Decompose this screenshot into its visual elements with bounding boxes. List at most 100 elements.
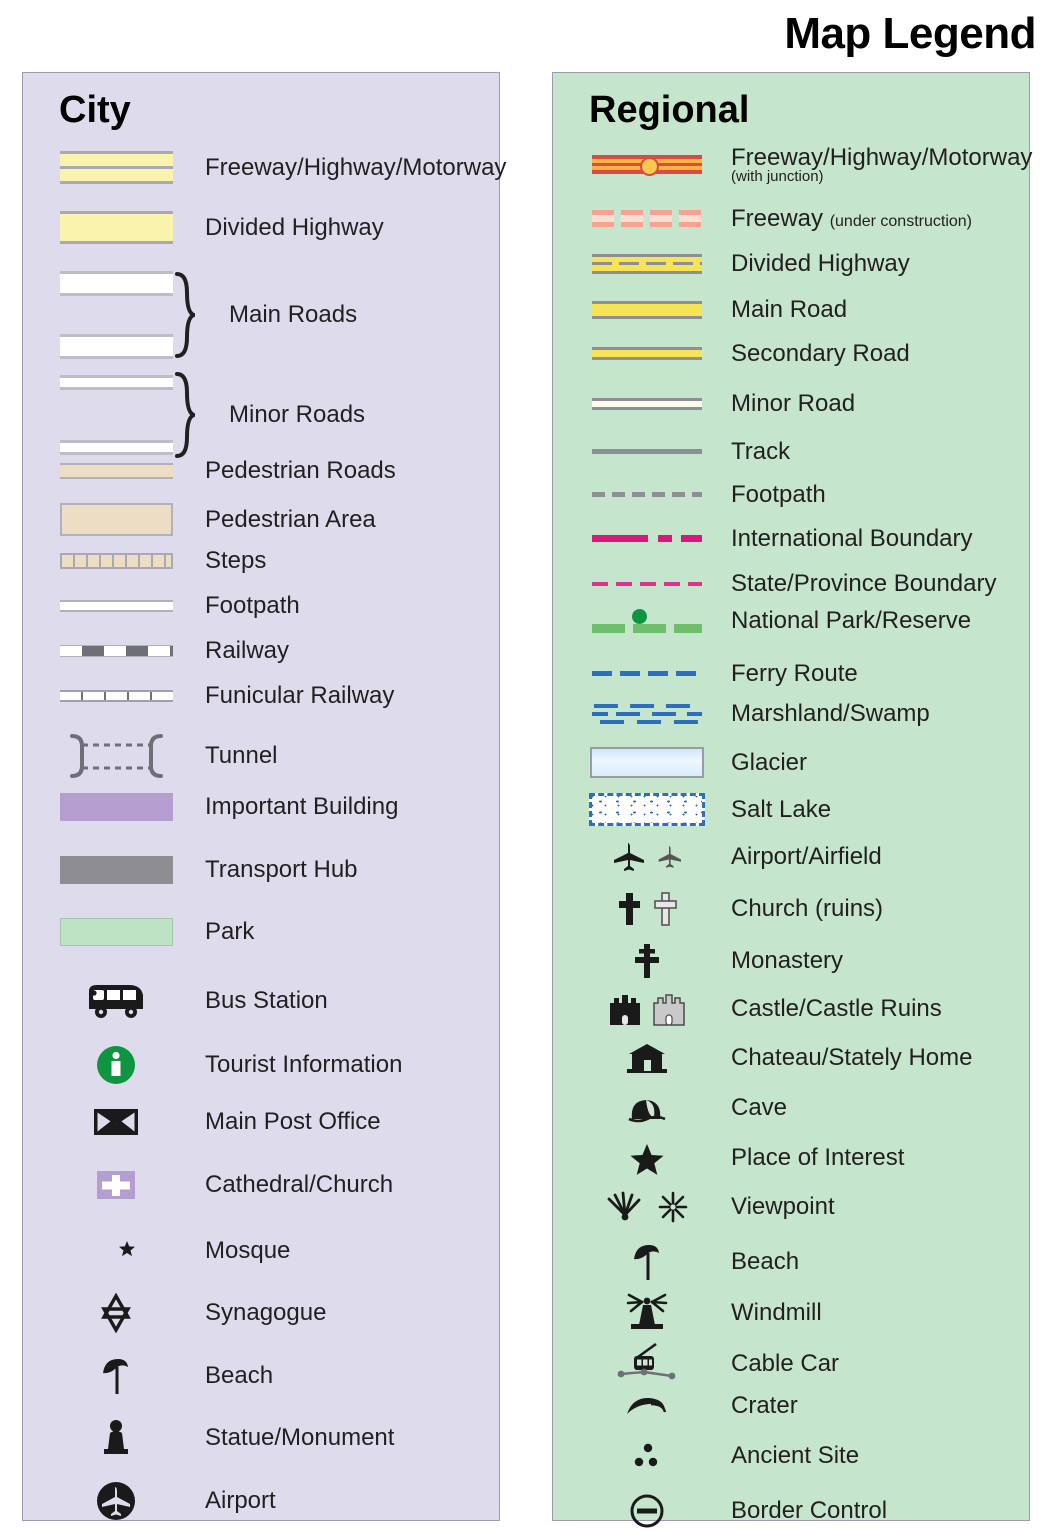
city-transport-hub-symbol <box>41 856 191 884</box>
legend-row-regional-national-park: National Park/Reserve <box>553 608 1029 633</box>
star-of-david-icon <box>41 1293 191 1333</box>
legend-row-city-cathedral-church: Cathedral/Church <box>23 1169 499 1201</box>
statue-icon <box>41 1417 191 1459</box>
legend-label: Marshland/Swamp <box>731 700 930 728</box>
legend-label: Main Road <box>731 296 848 323</box>
cave-icon <box>577 1091 717 1125</box>
bus-icon <box>41 981 191 1021</box>
city-railway-symbol <box>41 644 191 657</box>
page-title: Map Legend <box>784 9 1036 58</box>
brace-icon <box>174 372 195 458</box>
legend-label-text: Freeway <box>731 205 824 232</box>
regional-freeway-construction-symbol <box>577 210 717 228</box>
legend-row-city-footpath: Footpath <box>23 593 499 618</box>
star-icon <box>577 1141 717 1175</box>
legend-row-city-park: Park <box>23 918 499 946</box>
legend-row-regional-international-boundary: International Boundary <box>553 526 1029 551</box>
legend-label: Footpath <box>731 481 826 508</box>
legend-label: Monastery <box>731 947 844 975</box>
legend-row-regional-minor-road: Minor Road <box>553 391 1029 416</box>
city-panel-heading: City <box>59 89 131 131</box>
regional-ferry-route-symbol <box>577 671 717 677</box>
regional-legend-panel: Regional Freeway/Highway/Motorway (with … <box>552 72 1032 1528</box>
legend-label: Main Roads <box>229 301 358 329</box>
airplane-pair-icon <box>577 841 717 873</box>
regional-marshland-symbol <box>577 701 717 727</box>
legend-label: Pedestrian Area <box>205 505 376 533</box>
legend-row-regional-airport-airfield: Airport/Airfield <box>553 841 1029 873</box>
city-funicular-symbol <box>41 689 191 702</box>
legend-row-city-tourist-information: Tourist Information <box>23 1043 499 1087</box>
legend-label: Freeway/Highway/Motorway (with junction) <box>717 145 1032 185</box>
regional-state-boundary-symbol <box>577 581 717 586</box>
legend-row-city-pedestrian-roads: Pedestrian Roads <box>23 458 499 483</box>
legend-label: Castle/Castle Ruins <box>731 995 942 1023</box>
legend-label: Freeway (under construction) <box>717 206 972 231</box>
regional-secondary-road-symbol <box>577 347 717 361</box>
legend-label: Bus Station <box>205 987 328 1015</box>
legend-row-regional-divided-highway: Divided Highway <box>553 251 1029 276</box>
legend-row-regional-church-ruins: Church (ruins) <box>553 891 1029 927</box>
tunnel-icon <box>69 734 163 778</box>
legend-row-regional-cable-car: Cable Car <box>553 1341 1029 1387</box>
legend-row-city-important-building: Important Building <box>23 793 499 821</box>
city-footpath-symbol <box>41 599 191 612</box>
information-icon <box>41 1043 191 1087</box>
legend-label: Minor Roads <box>229 401 366 429</box>
city-important-building-symbol <box>41 793 191 821</box>
legend-label: Salt Lake <box>731 795 832 823</box>
legend-label: Cave <box>731 1094 788 1122</box>
city-divided-highway-symbol <box>41 211 191 244</box>
legend-sublabel: (with junction) <box>731 168 824 186</box>
windmill-icon <box>577 1291 717 1335</box>
legend-label: Main Post Office <box>205 1108 381 1136</box>
legend-row-regional-cave: Cave <box>553 1091 1029 1125</box>
legend-row-regional-freeway-junction: Freeway/Highway/Motorway (with junction) <box>553 145 1032 185</box>
regional-international-boundary-symbol <box>577 535 717 543</box>
legend-label: Secondary Road <box>731 340 910 367</box>
legend-label: Funicular Railway <box>205 682 395 709</box>
legend-label: Statue/Monument <box>205 1424 395 1452</box>
legend-row-regional-ancient-site: Ancient Site <box>553 1441 1029 1471</box>
cross-on-purple-icon <box>41 1169 191 1201</box>
legend-row-regional-secondary-road: Secondary Road <box>553 341 1029 366</box>
legend-row-regional-freeway-construction: Freeway (under construction) <box>553 206 1029 231</box>
city-park-symbol <box>41 918 191 946</box>
legend-inline-sublabel: (under construction) <box>829 213 972 230</box>
legend-row-city-airport: Airport <box>23 1479 499 1523</box>
legend-label: Ancient Site <box>731 1442 860 1470</box>
legend-row-city-steps: Steps <box>23 548 499 573</box>
legend-label: Border Control <box>731 1497 888 1525</box>
legend-label: Cable Car <box>731 1350 840 1378</box>
legend-row-city-beach: Beach <box>23 1355 499 1397</box>
legend-row-regional-castle: Castle/Castle Ruins <box>553 991 1029 1027</box>
legend-label-text: Freeway/Highway/Motorway <box>731 144 1033 171</box>
crater-icon <box>577 1391 717 1421</box>
legend-row-city-funicular-railway: Funicular Railway <box>23 683 499 708</box>
border-control-icon <box>577 1491 717 1531</box>
city-freeway-symbol <box>41 151 191 184</box>
regional-freeway-junction-symbol <box>577 155 717 177</box>
legend-label: Minor Road <box>731 390 856 417</box>
regional-minor-road-symbol <box>577 397 717 410</box>
legend-label: Railway <box>205 637 290 664</box>
legend-label: International Boundary <box>731 525 973 552</box>
legend-label: Cathedral/Church <box>205 1171 394 1199</box>
legend-label: National Park/Reserve <box>731 607 972 634</box>
regional-salt-lake-symbol <box>577 793 717 826</box>
legend-label: Windmill <box>731 1299 822 1327</box>
legend-label: Synagogue <box>205 1299 327 1327</box>
castle-pair-icon <box>577 991 717 1027</box>
legend-row-city-main-roads: Main Roads <box>23 271 499 359</box>
legend-row-city-transport-hub: Transport Hub <box>23 856 499 884</box>
legend-row-city-tunnel: Tunnel <box>23 728 499 784</box>
legend-row-regional-main-road: Main Road <box>553 297 1029 322</box>
legend-row-regional-track: Track <box>553 439 1029 464</box>
legend-row-city-synagogue: Synagogue <box>23 1293 499 1333</box>
legend-label: Tourist Information <box>205 1051 403 1079</box>
regional-footpath-symbol <box>577 492 717 498</box>
legend-row-regional-border-control: Border Control <box>553 1491 1029 1531</box>
legend-label: Important Building <box>205 793 399 821</box>
legend-row-city-mosque: Mosque <box>23 1231 499 1271</box>
regional-national-park-symbol <box>577 608 717 633</box>
